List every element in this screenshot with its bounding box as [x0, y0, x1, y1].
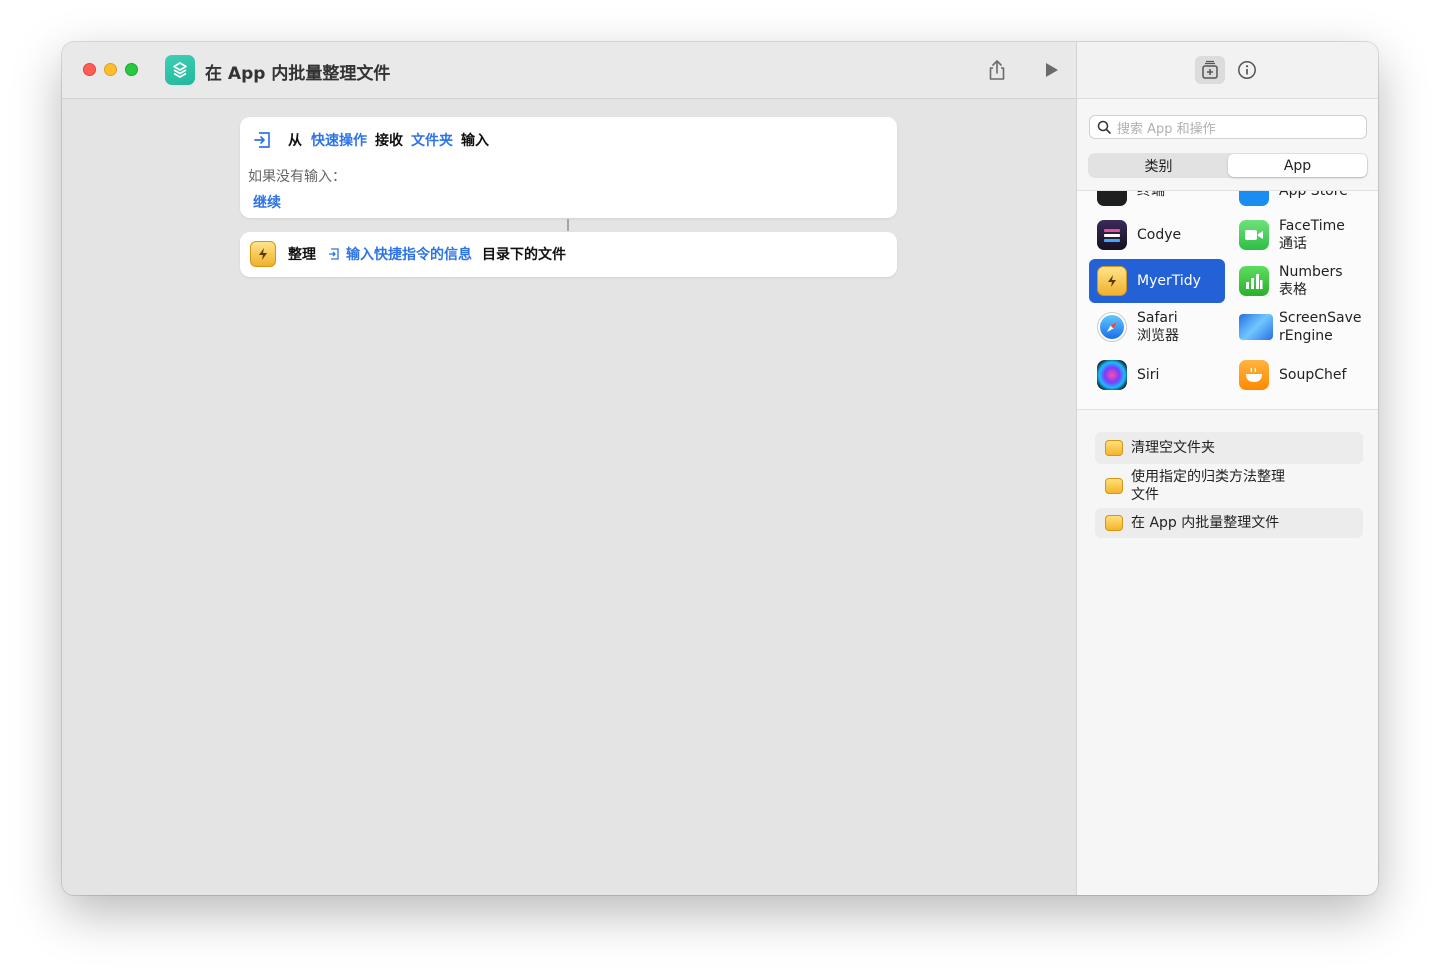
app-label: Codye [1137, 227, 1182, 243]
shortcut-input-variable[interactable]: 输入快捷指令的信息 [346, 244, 472, 264]
terminal-icon [1097, 191, 1127, 206]
myertidy-app-icon [1097, 266, 1127, 296]
action-library-button[interactable] [1195, 56, 1225, 84]
variable-input-icon [329, 248, 339, 260]
sidebar-toolbar [1077, 42, 1378, 99]
app-label: Safari 浏览器 [1137, 310, 1179, 344]
action-label: 清理空文件夹 [1131, 440, 1215, 456]
app-item-safari[interactable]: Safari 浏览器 [1089, 305, 1225, 349]
app-label: FaceTime 通话 [1279, 218, 1345, 252]
zoom-button[interactable] [125, 63, 138, 76]
search-field[interactable]: 搜索 App 和操作 [1089, 115, 1367, 139]
workflow-editor: 从 快速操作 接收 文件夹 输入 如果没有输入： 继续 整理 输入快捷指令的信息… [62, 100, 1076, 895]
app-item-codye[interactable]: Codye [1089, 213, 1225, 257]
organize-label: 整理 [288, 247, 316, 263]
myertidy-icon [1105, 440, 1123, 456]
add-to-library-icon [1202, 60, 1218, 79]
codye-icon [1097, 220, 1127, 250]
directory-suffix: 目录下的文件 [482, 247, 566, 263]
action-connector [567, 219, 569, 231]
app-grid: 终端 App Store Codye FaceTime 通话 MyerTidy … [1077, 190, 1378, 410]
app-item-myertidy[interactable]: MyerTidy [1089, 259, 1225, 303]
app-label: ScreenSave rEngine [1279, 310, 1362, 344]
details-button[interactable] [1232, 56, 1262, 84]
play-icon [1046, 63, 1058, 77]
share-button[interactable] [985, 58, 1009, 82]
app-label: SoupChef [1279, 367, 1347, 383]
safari-icon [1097, 312, 1127, 342]
screensaver-icon [1239, 314, 1273, 340]
app-item-terminal[interactable]: 终端 [1089, 190, 1225, 213]
action-batch-organize[interactable]: 在 App 内批量整理文件 [1095, 508, 1363, 538]
organize-action[interactable]: 整理 输入快捷指令的信息 目录下的文件 [240, 232, 897, 277]
window-title[interactable]: 在 App 内批量整理文件 [205, 59, 390, 84]
info-icon [1238, 61, 1256, 79]
from-label: 从 [288, 133, 302, 149]
app-label: MyerTidy [1137, 273, 1201, 289]
app-store-icon [1239, 191, 1269, 206]
search-icon [1097, 120, 1111, 134]
segmented-control[interactable]: 类别 App [1088, 153, 1368, 178]
app-label: Numbers 表格 [1279, 264, 1343, 298]
app-item-facetime[interactable]: FaceTime 通话 [1231, 213, 1367, 257]
tab-categories[interactable]: 类别 [1089, 154, 1228, 177]
myertidy-icon [1105, 478, 1123, 494]
facetime-icon [1239, 220, 1269, 250]
window-controls [83, 63, 138, 76]
action-clean-empty-folders[interactable]: 清理空文件夹 [1095, 432, 1363, 464]
myertidy-icon [250, 241, 276, 267]
app-label: Siri [1137, 367, 1160, 383]
search-placeholder: 搜索 App 和操作 [1117, 121, 1216, 137]
receive-label: 接收 [375, 133, 403, 149]
app-label: App Store [1279, 190, 1348, 199]
actions-sidebar: 搜索 App 和操作 类别 App 终端 App Store Codye Fac… [1076, 42, 1378, 895]
input-icon [254, 132, 270, 148]
app-item-app-store[interactable]: App Store [1231, 190, 1367, 213]
app-item-numbers[interactable]: Numbers 表格 [1231, 259, 1367, 303]
siri-icon [1097, 360, 1127, 390]
run-button[interactable] [1039, 58, 1063, 82]
no-input-label: 如果没有输入： [248, 169, 346, 185]
myertidy-icon [1105, 515, 1123, 531]
title-bar: 在 App 内批量整理文件 [62, 42, 1076, 99]
type-token[interactable]: 文件夹 [411, 130, 453, 150]
tab-apps[interactable]: App [1228, 154, 1367, 177]
app-item-soupchef[interactable]: SoupChef [1231, 353, 1367, 397]
soupchef-icon [1239, 360, 1269, 390]
numbers-icon [1239, 266, 1269, 296]
share-icon [989, 60, 1005, 80]
shortcuts-app-icon [165, 55, 195, 85]
app-item-siri[interactable]: Siri [1089, 353, 1225, 397]
continue-token[interactable]: 继续 [253, 192, 281, 212]
app-label: 终端 [1137, 190, 1165, 199]
action-label: 在 App 内批量整理文件 [1131, 515, 1280, 531]
app-actions-list: 清理空文件夹 使用指定的归类方法整理 文件 在 App 内批量整理文件 [1095, 432, 1363, 540]
action-label: 使用指定的归类方法整理 文件 [1131, 469, 1285, 503]
app-item-screensaverengine[interactable]: ScreenSave rEngine [1231, 305, 1367, 349]
receive-input-action[interactable]: 从 快速操作 接收 文件夹 输入 如果没有输入： 继续 [240, 117, 897, 218]
minimize-button[interactable] [104, 63, 117, 76]
source-token[interactable]: 快速操作 [311, 130, 367, 150]
close-button[interactable] [83, 63, 96, 76]
shortcuts-window: 在 App 内批量整理文件 从 快速操作 接收 文件夹 输入 如果没有输入： 继… [62, 42, 1378, 895]
action-organize-by-method[interactable]: 使用指定的归类方法整理 文件 [1095, 466, 1363, 506]
input-label: 输入 [461, 133, 489, 149]
